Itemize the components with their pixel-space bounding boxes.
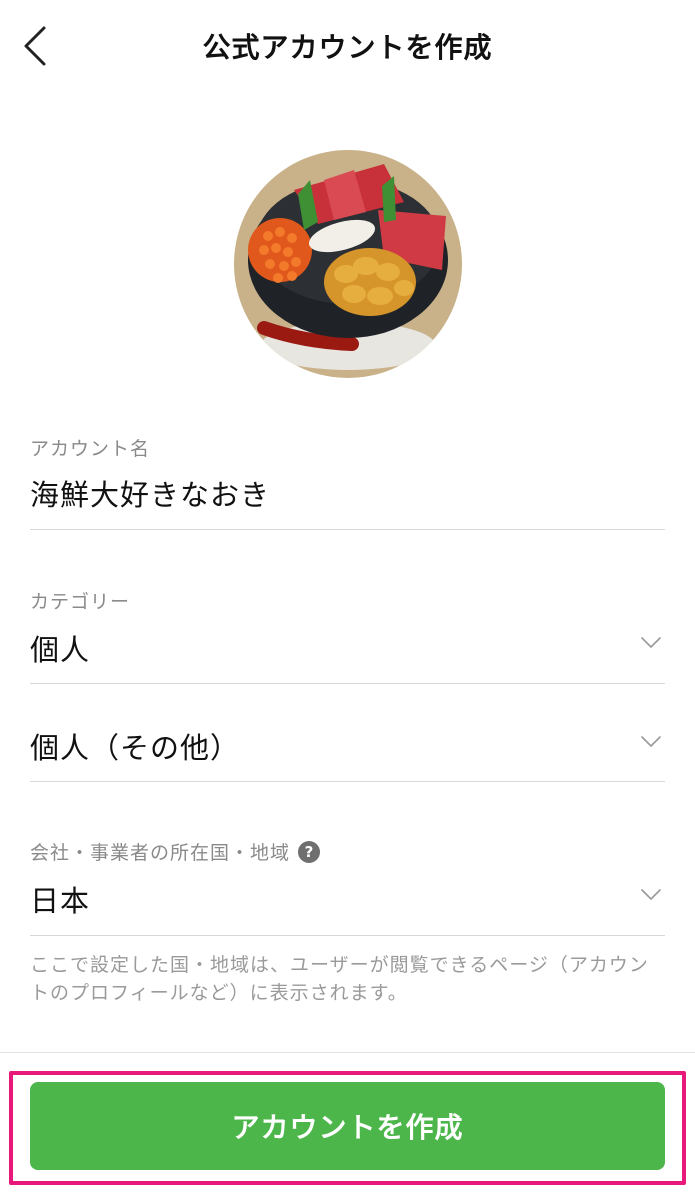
category-select[interactable]: カテゴリー 個人: [30, 587, 665, 684]
create-account-button[interactable]: アカウントを作成: [30, 1082, 665, 1170]
help-icon[interactable]: ?: [298, 840, 321, 863]
country-label-text: 会社・事業者の所在国・地域: [30, 842, 291, 864]
subcategory-value[interactable]: 個人（その他）: [30, 725, 240, 767]
account-name-label: アカウント名: [30, 438, 151, 460]
category-label: カテゴリー: [30, 591, 131, 613]
category-value[interactable]: 個人: [30, 627, 90, 669]
country-value[interactable]: 日本: [30, 878, 90, 920]
chevron-down-icon: [641, 637, 661, 648]
subcategory-select[interactable]: 個人（その他）: [30, 684, 665, 782]
header-bar: 公式アカウントを作成: [0, 0, 695, 92]
chevron-down-icon: [641, 889, 661, 900]
account-profile-image[interactable]: [234, 150, 462, 378]
country-note: ここで設定した国・地域は、ユーザーが閲覧できるページ（アカウントのプロフィールな…: [30, 954, 649, 1004]
country-label: 会社・事業者の所在国・地域 ?: [30, 838, 321, 865]
footer-divider: [0, 1052, 695, 1053]
page-title: 公式アカウントを作成: [202, 31, 493, 64]
chevron-down-icon: [641, 736, 661, 747]
account-name-input[interactable]: 海鮮大好きなおき: [30, 472, 270, 514]
country-select[interactable]: 会社・事業者の所在国・地域 ? 日本: [30, 838, 665, 936]
account-name-field[interactable]: アカウント名 海鮮大好きなおき: [30, 434, 665, 530]
